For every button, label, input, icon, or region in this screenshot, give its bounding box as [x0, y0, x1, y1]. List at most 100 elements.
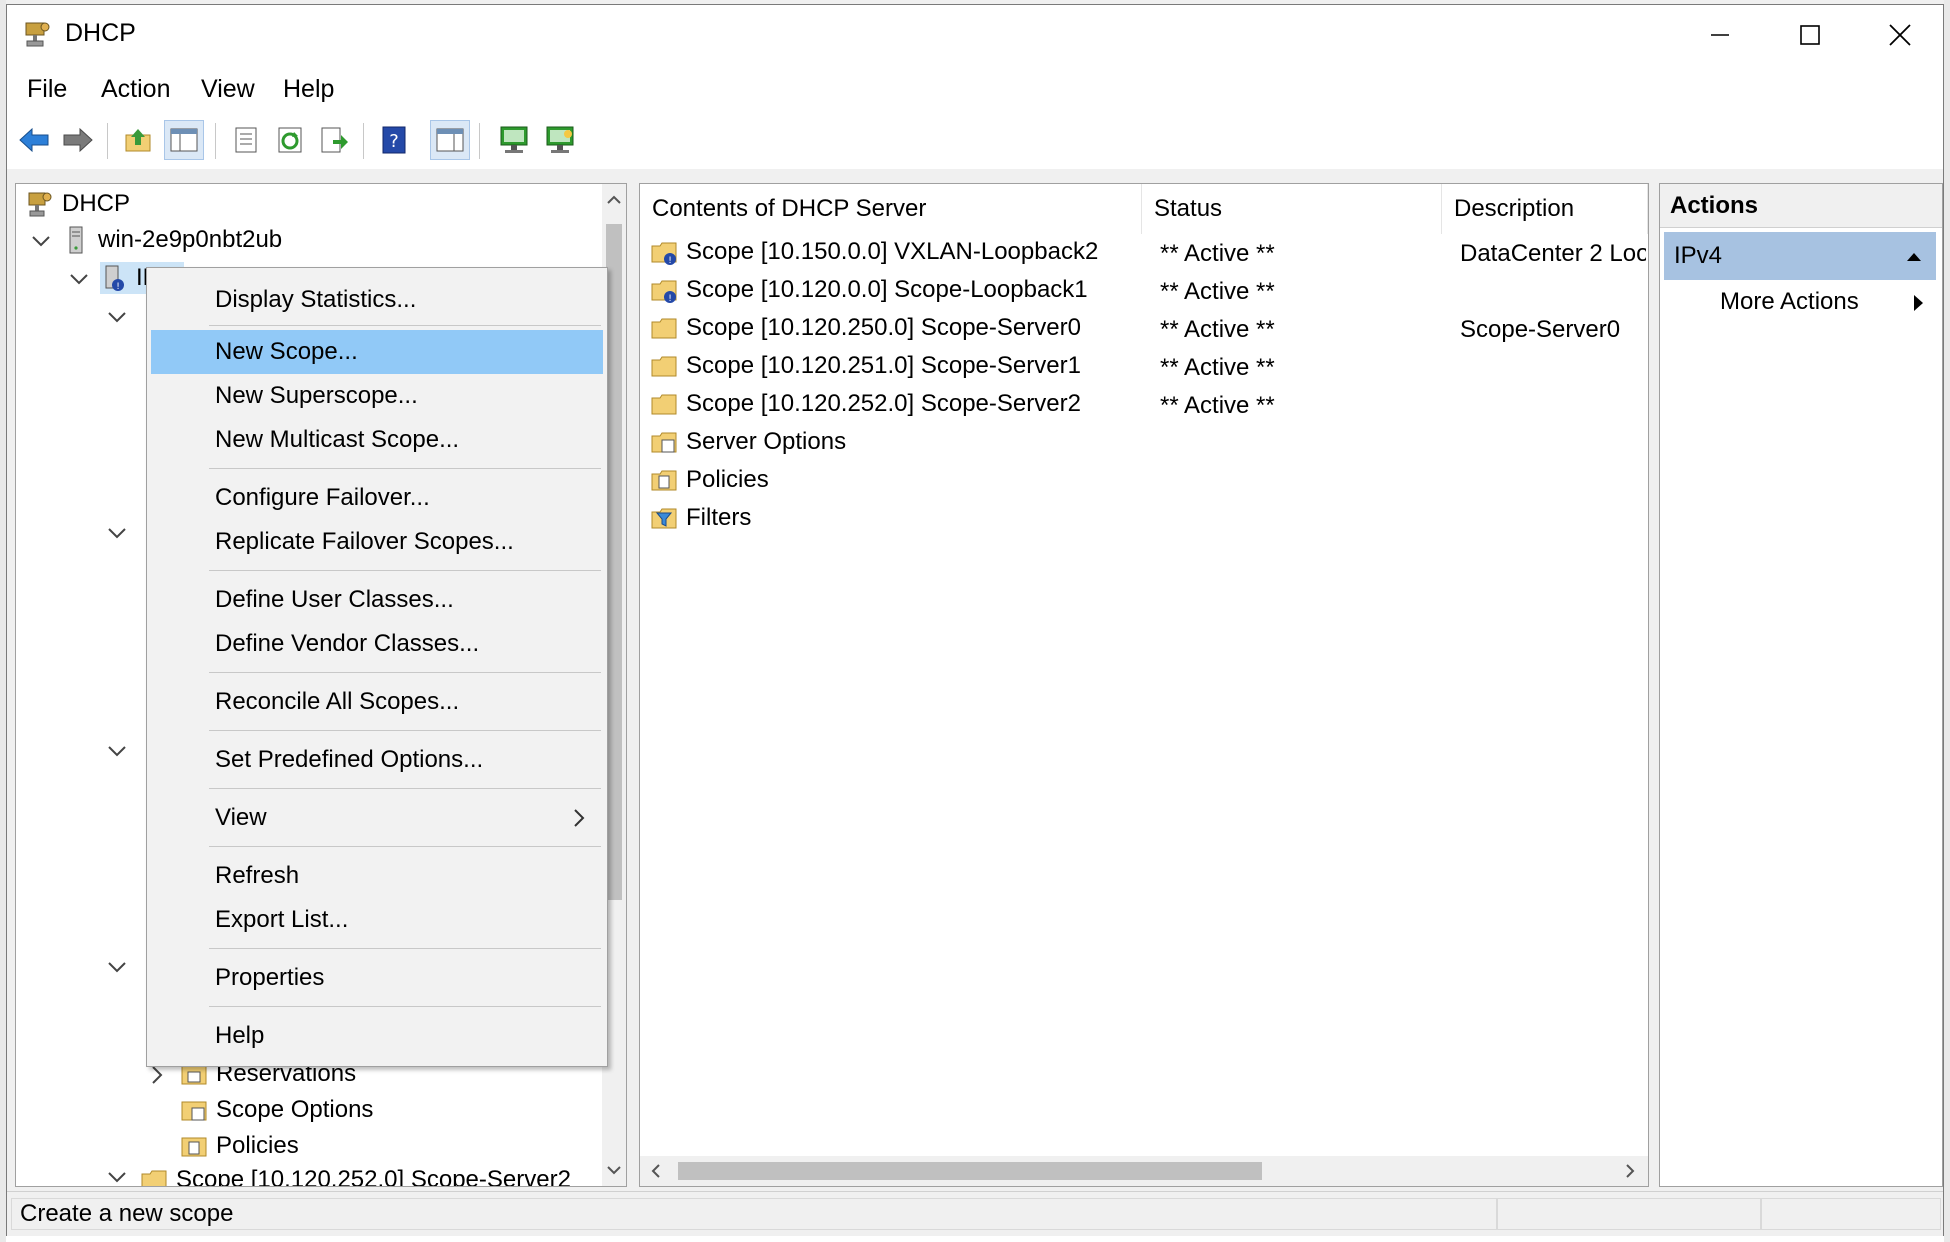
actions-title: Actions	[1660, 184, 1942, 228]
chevron-down-icon[interactable]	[30, 230, 52, 252]
list-item[interactable]: Scope [10.120.250.0] Scope-Server0 ** Ac…	[640, 312, 1640, 348]
menu-help[interactable]: Help	[277, 75, 340, 104]
tree-scroll-thumb[interactable]	[606, 224, 622, 900]
menu-item-properties[interactable]: Properties	[151, 956, 603, 1000]
background-right-edge	[1944, 0, 1950, 1242]
back-button[interactable]	[15, 121, 53, 159]
tree-label: Scope [10.120.252.0] Scope-Server2	[176, 1166, 571, 1187]
server-icon	[69, 226, 83, 254]
scope-warning-icon: !	[651, 242, 677, 266]
up-one-level-button[interactable]	[119, 121, 157, 159]
show-hide-console-tree-button[interactable]	[164, 120, 204, 160]
more-actions-label: More Actions	[1720, 288, 1859, 315]
column-header-status[interactable]: Status	[1142, 184, 1442, 234]
scroll-right-icon[interactable]	[1622, 1163, 1638, 1179]
chevron-down-icon[interactable]	[106, 956, 128, 978]
menu-item-new-superscope[interactable]: New Superscope...	[151, 374, 603, 418]
menu-item-view[interactable]: View	[151, 796, 603, 840]
chevron-down-icon[interactable]	[106, 740, 128, 762]
submenu-arrow-icon	[1914, 295, 1923, 311]
item-name: Scope [10.120.250.0] Scope-Server0	[686, 314, 1081, 341]
list-item[interactable]: ! Scope [10.150.0.0] VXLAN-Loopback2 ** A…	[640, 236, 1646, 272]
menu-item-configure-failover[interactable]: Configure Failover...	[151, 476, 603, 520]
chevron-down-icon[interactable]	[106, 522, 128, 544]
dhcp-icon	[28, 192, 52, 217]
show-hide-action-pane-icon	[436, 128, 464, 152]
tree-label: Scope Options	[216, 1096, 374, 1123]
details-pane[interactable]: Contents of DHCP Server Status Descripti…	[639, 183, 1649, 1187]
status-segment	[1761, 1198, 1941, 1230]
item-description: DataCenter 2 Loopback	[1460, 240, 1646, 267]
actions-pane: Actions IPv4 More Actions	[1659, 183, 1943, 1187]
list-item[interactable]: ! Scope [10.120.0.0] Scope-Loopback1 ** A…	[640, 274, 1640, 310]
actions-section-label: IPv4	[1674, 242, 1723, 269]
menu-view[interactable]: View	[195, 75, 261, 104]
list-item[interactable]: Server Options	[640, 426, 1640, 462]
server-options-icon	[651, 432, 677, 453]
column-header-contents[interactable]: Contents of DHCP Server	[640, 184, 1142, 234]
chevron-right-icon[interactable]	[146, 1064, 168, 1086]
menu-item-refresh[interactable]: Refresh	[151, 854, 603, 898]
chevron-down-icon[interactable]	[106, 306, 128, 328]
close-button[interactable]	[1855, 5, 1945, 65]
toolbar-separator	[215, 123, 216, 159]
minimize-button[interactable]	[1675, 5, 1765, 65]
menu-action[interactable]: Action	[95, 75, 176, 104]
forward-button[interactable]	[59, 121, 97, 159]
collapse-up-icon[interactable]	[1906, 250, 1922, 262]
item-status: ** Active **	[1160, 316, 1275, 343]
show-hide-action-pane-button[interactable]	[430, 120, 470, 160]
server-button[interactable]	[495, 121, 533, 159]
refresh-button[interactable]	[271, 121, 309, 159]
refresh-icon	[278, 127, 302, 153]
menu-item-new-scope[interactable]: New Scope...	[151, 330, 603, 374]
menu-item-define-vendor-classes[interactable]: Define Vendor Classes...	[151, 622, 603, 666]
close-icon	[1889, 24, 1911, 46]
menu-item-new-multicast-scope[interactable]: New Multicast Scope...	[151, 418, 603, 462]
menu-item-set-predefined-options[interactable]: Set Predefined Options...	[151, 738, 603, 782]
menu-item-export-list[interactable]: Export List...	[151, 898, 603, 942]
item-description: Scope-Server0	[1460, 316, 1621, 343]
menu-item-define-user-classes[interactable]: Define User Classes...	[151, 578, 603, 622]
export-list-icon	[321, 127, 348, 153]
menu-item-replicate-failover-scopes[interactable]: Replicate Failover Scopes...	[151, 520, 603, 564]
item-status: ** Active **	[1160, 278, 1275, 305]
scroll-left-icon[interactable]	[648, 1163, 664, 1179]
tree-node-scope-server2[interactable]: Scope [10.120.252.0] Scope-Server2	[140, 1164, 571, 1187]
export-list-button[interactable]	[315, 121, 353, 159]
list-item[interactable]: Scope [10.120.252.0] Scope-Server2 ** Ac…	[640, 388, 1640, 424]
window-title: DHCP	[65, 19, 136, 47]
scroll-up-icon[interactable]	[606, 192, 622, 208]
menu-item-help[interactable]: Help	[151, 1014, 603, 1058]
more-actions-item[interactable]: More Actions	[1720, 288, 1859, 316]
maximize-button[interactable]	[1765, 5, 1855, 65]
tree-node-policies[interactable]: Policies	[180, 1130, 299, 1162]
help-button[interactable]: ?	[375, 121, 413, 159]
menu-item-display-statistics[interactable]: Display Statistics...	[151, 278, 603, 322]
details-scroll-thumb[interactable]	[678, 1162, 1262, 1180]
folder-icon	[651, 356, 677, 377]
menu-item-reconcile-all-scopes[interactable]: Reconcile All Scopes...	[151, 680, 603, 724]
tree-node-server[interactable]: win-2e9p0nbt2ub	[62, 224, 282, 256]
scroll-down-icon[interactable]	[606, 1162, 622, 1178]
column-header-description[interactable]: Description	[1442, 184, 1648, 234]
server-icon	[500, 126, 528, 153]
server-connect-icon	[546, 126, 574, 153]
tree-node-scope-options[interactable]: Scope Options	[180, 1094, 373, 1126]
show-hide-console-tree-icon	[170, 128, 198, 152]
actions-section-ipv4[interactable]: IPv4	[1664, 232, 1936, 280]
up-folder-icon	[125, 129, 151, 152]
list-item[interactable]: Filters	[640, 502, 1640, 538]
tree-node-dhcp[interactable]: DHCP	[26, 188, 130, 220]
chevron-down-icon[interactable]	[68, 268, 90, 290]
details-horizontal-scrollbar[interactable]	[640, 1156, 1648, 1186]
chevron-down-icon[interactable]	[106, 1166, 128, 1187]
server-connect-button[interactable]	[541, 121, 579, 159]
menu-file[interactable]: File	[21, 75, 73, 104]
list-item[interactable]: Policies	[640, 464, 1640, 500]
list-item[interactable]: Scope [10.120.251.0] Scope-Server1 ** Ac…	[640, 350, 1640, 386]
status-segment	[1497, 1198, 1761, 1230]
scope-warning-icon: !	[651, 280, 677, 304]
properties-button[interactable]	[227, 121, 265, 159]
menu-separator	[209, 846, 601, 847]
